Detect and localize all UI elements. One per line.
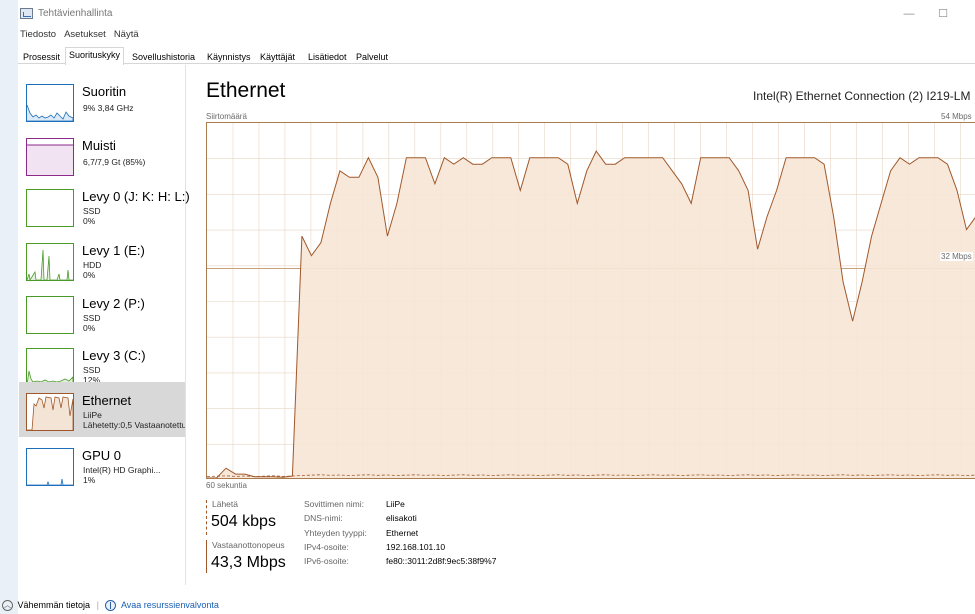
tab-performance[interactable]: Suorituskyky (65, 47, 125, 65)
tab-app-history[interactable]: Sovellushistoria (128, 49, 199, 64)
disk-1-name: Levy 1 (E:) (82, 243, 145, 258)
throughput-graph: 32 Mbps (206, 122, 975, 479)
graph-max-label: 54 Mbps (941, 112, 972, 121)
send-dash (206, 500, 207, 535)
receive-area (207, 151, 975, 478)
tab-processes[interactable]: Prosessit (19, 49, 64, 64)
cpu-usage: 9% 3,84 GHz (83, 103, 134, 113)
maximize-button[interactable]: ☐ (928, 4, 958, 24)
tab-details[interactable]: Lisätiedot (304, 49, 351, 64)
ethernet-adapter-name: LiiPe (83, 410, 102, 420)
detail-value-connection-type: Ethernet (386, 528, 419, 538)
disk-2-usage: 0% (83, 323, 96, 333)
footer-divider: | (96, 600, 99, 610)
sidebar-item-disk-0[interactable]: Levy 0 (J: K: H: L:) SSD 0% (19, 178, 190, 232)
footer-bar: ︿ Vähemmän tietoja | Avaa resurssienvalv… (2, 600, 219, 612)
disk-3-type: SSD (83, 365, 101, 375)
sidebar-item-disk-2[interactable]: Levy 2 (P:) SSD 0% (19, 285, 185, 339)
disk-0-name: Levy 0 (J: K: H: L:) (82, 189, 190, 204)
detail-label-adapter: Sovittimen nimi: (304, 499, 364, 509)
menu-view[interactable]: Näytä (114, 29, 139, 40)
sidebar-item-gpu[interactable]: GPU 0 Intel(R) HD Graphi... 1% (19, 437, 185, 491)
send-label: Lähetä (212, 499, 238, 509)
memory-usage: 6,7/7,9 Gt (85%) (83, 157, 146, 167)
sidebar-item-disk-1[interactable]: Levy 1 (E:) HDD 0% (19, 232, 185, 286)
disk-2-type: SSD (83, 313, 101, 323)
disk-2-name: Levy 2 (P:) (82, 296, 145, 311)
detail-value-ipv6: fe80::3011:2d8f:9ec5:38f9%7 (386, 556, 497, 566)
disk-0-thumbnail (26, 189, 74, 227)
detail-label-ipv6: IPv6-osoite: (304, 556, 349, 566)
open-resource-monitor-link[interactable]: Avaa resurssienvalvonta (121, 600, 219, 610)
ethernet-name: Ethernet (82, 393, 132, 408)
gpu-name: GPU 0 (82, 448, 122, 463)
detail-label-ipv4: IPv4-osoite: (304, 542, 349, 552)
memory-name: Muisti (82, 138, 116, 153)
send-value: 504 kbps (211, 513, 276, 530)
detail-value-dns: elisakoti (386, 513, 417, 523)
disk-3-thumbnail (26, 348, 74, 386)
gpu-model: Intel(R) HD Graphi... (83, 465, 161, 475)
minimize-button[interactable]: — (894, 4, 924, 24)
disk-3-name: Levy 3 (C:) (82, 348, 146, 363)
resource-sidebar: Suoritin 9% 3,84 GHz Muisti 6,7/7,9 Gt (… (18, 65, 190, 585)
resource-monitor-icon[interactable] (105, 600, 117, 612)
tab-startup[interactable]: Käynnistys (203, 49, 255, 64)
graph-mid-label: 32 Mbps (940, 252, 973, 261)
ethernet-traffic: Lähetetty:0,5 Vastaanotettu:43,3 (83, 420, 185, 430)
title-bar[interactable]: Tehtävienhallinta — ☐ (18, 0, 975, 29)
gpu-thumbnail (26, 448, 74, 486)
menu-settings[interactable]: Asetukset (64, 29, 106, 40)
ethernet-thumbnail (26, 393, 74, 431)
tab-strip: Prosessit Suorituskyky Sovellushistoria … (18, 47, 975, 65)
graph-time-label: 60 sekuntia (206, 481, 247, 490)
detail-value-adapter: LiiPe (386, 499, 405, 509)
disk-0-type: SSD (83, 206, 101, 216)
adapter-name: Intel(R) Ethernet Connection (2) I219-LM (753, 89, 971, 103)
sidebar-item-ethernet[interactable]: Ethernet LiiPe Lähetetty:0,5 Vastaanotet… (19, 382, 185, 437)
detail-label-dns: DNS-nimi: (304, 513, 343, 523)
sidebar-item-cpu[interactable]: Suoritin 9% 3,84 GHz (19, 73, 185, 127)
chevron-up-icon[interactable]: ︿ (2, 600, 13, 612)
tab-services[interactable]: Palvelut (352, 49, 392, 64)
detail-value-ipv4: 192.168.101.10 (386, 542, 446, 552)
task-manager-icon (20, 8, 33, 19)
window-title: Tehtävienhallinta (38, 8, 113, 19)
receive-line (206, 540, 207, 573)
tab-users[interactable]: Käyttäjät (256, 49, 299, 64)
page-title: Ethernet (206, 79, 286, 102)
disk-2-thumbnail (26, 296, 74, 334)
graph-label: Siirtomäärä (206, 112, 247, 121)
cpu-name: Suoritin (82, 84, 127, 99)
task-manager-window: Tehtävienhallinta — ☐ Tiedosto Asetukset N… (18, 0, 975, 614)
throughput-chart (207, 123, 975, 478)
detail-label-connection-type: Yhteyden tyyppi: (304, 528, 367, 538)
disk-1-usage: 0% (83, 270, 96, 280)
cpu-thumbnail (26, 84, 74, 122)
less-details-link[interactable]: Vähemmän tietoja (18, 600, 91, 610)
memory-thumbnail (26, 138, 74, 176)
sidebar-item-memory[interactable]: Muisti 6,7/7,9 Gt (85%) (19, 127, 185, 181)
disk-1-type: HDD (83, 260, 102, 270)
gpu-usage: 1% (83, 475, 96, 485)
disk-0-usage: 0% (83, 216, 96, 226)
menu-file[interactable]: Tiedosto (20, 29, 56, 40)
receive-label: Vastaanottonopeus (212, 540, 285, 550)
receive-value: 43,3 Mbps (211, 554, 286, 571)
disk-1-thumbnail (26, 243, 74, 281)
menu-bar: Tiedosto Asetukset Näytä (18, 29, 145, 45)
